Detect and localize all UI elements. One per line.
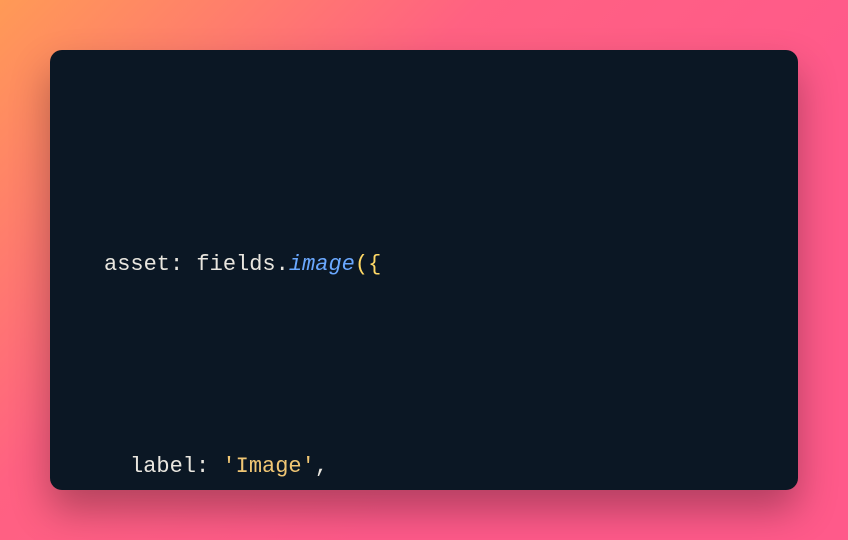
token-comma: , — [315, 454, 328, 479]
token-key: label — [130, 454, 196, 479]
token-brace-open: { — [368, 252, 381, 277]
code-line-2: label: 'Image', — [50, 442, 798, 490]
token-paren-open: ( — [355, 252, 368, 277]
token-colon: : — [170, 252, 196, 277]
token-method: image — [289, 252, 355, 277]
code-block: asset: fields.image({ label: 'Image', di… — [50, 88, 798, 490]
token-colon: : — [196, 454, 222, 479]
token-string: 'Image' — [222, 454, 314, 479]
token-identifier: fields — [196, 252, 275, 277]
code-line-1: asset: fields.image({ — [50, 240, 798, 291]
token-dot: . — [276, 252, 289, 277]
code-window: asset: fields.image({ label: 'Image', di… — [50, 50, 798, 490]
token-key: asset — [104, 252, 170, 277]
